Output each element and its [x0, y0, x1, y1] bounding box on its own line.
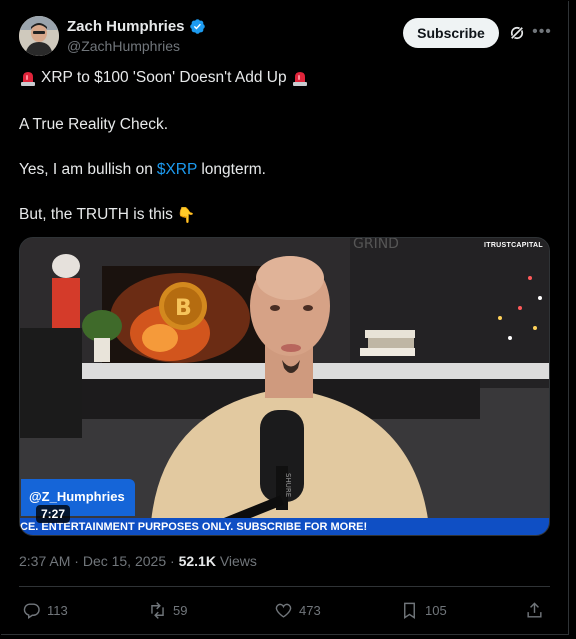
cashtag-link[interactable]: $XRP: [157, 161, 198, 179]
grok-icon[interactable]: [508, 24, 526, 42]
meta-separator: ·: [74, 553, 79, 569]
post-meta: 2:37 AM · Dec 15, 2025 · 52.1K Views: [19, 553, 257, 569]
siren-icon: [21, 72, 35, 86]
avatar[interactable]: [19, 16, 59, 56]
post-title-text: XRP to $100 'Soon' Doesn't Add Up: [41, 69, 287, 86]
brand-watermark: ITRUSTCAPITAL: [484, 242, 543, 249]
post-line-1: XRP to $100 'Soon' Doesn't Add Up: [19, 69, 309, 87]
heart-icon: [275, 603, 292, 618]
views-count: 52.1K: [178, 553, 216, 569]
subscribe-button[interactable]: Subscribe: [403, 18, 499, 48]
post-time[interactable]: 2:37 AM: [19, 553, 70, 569]
video-player[interactable]: B GRIND SHURE ITRUSTCAPITAL @Z_Humphries…: [19, 237, 550, 536]
meta-separator-2: ·: [170, 553, 175, 569]
reply-icon: [23, 602, 40, 619]
wall-text: GRIND: [353, 238, 399, 252]
post-line-3-after: longterm.: [201, 161, 266, 178]
author-name-text[interactable]: Zach Humphries: [67, 18, 185, 35]
svg-text:B: B: [175, 296, 192, 321]
repost-count: 59: [173, 602, 188, 618]
repost-button[interactable]: 59: [148, 599, 187, 621]
reply-button[interactable]: 113: [22, 599, 68, 621]
post-line-4: But, the TRUTH is this 👇: [19, 206, 196, 224]
bookmark-icon: [404, 602, 415, 619]
author-name[interactable]: Zach Humphries: [67, 18, 206, 35]
pointing-down-emoji: 👇: [176, 207, 196, 224]
mic-text: SHURE: [284, 473, 292, 497]
bookmark-count: 105: [425, 602, 447, 618]
post-line-4-text: But, the TRUTH is this: [19, 206, 173, 223]
views-label: Views: [219, 553, 257, 569]
more-icon[interactable]: •••: [532, 22, 552, 42]
post-line-3-before: Yes, I am bullish on: [19, 161, 153, 178]
author-handle[interactable]: @ZachHumphries: [67, 38, 180, 54]
post-date[interactable]: Dec 15, 2025: [83, 553, 166, 569]
video-duration: 7:27: [36, 505, 71, 523]
share-button[interactable]: [525, 599, 544, 621]
post-line-2: A True Reality Check.: [19, 116, 169, 133]
siren-icon: [292, 72, 307, 86]
like-count: 473: [299, 602, 321, 618]
verified-badge-icon: [189, 19, 205, 34]
reply-count: 113: [47, 602, 68, 618]
like-button[interactable]: 473: [274, 599, 321, 621]
avatar-image: [19, 16, 59, 56]
divider: [19, 586, 550, 587]
video-ticker: CE. ENTERTAINMENT PURPOSES ONLY. SUBSCRI…: [20, 518, 549, 535]
bookmark-button[interactable]: 105: [400, 599, 447, 621]
post-line-3: Yes, I am bullish on $XRP longterm.: [19, 161, 266, 179]
repost-icon: [151, 601, 164, 619]
share-icon: [527, 601, 542, 618]
